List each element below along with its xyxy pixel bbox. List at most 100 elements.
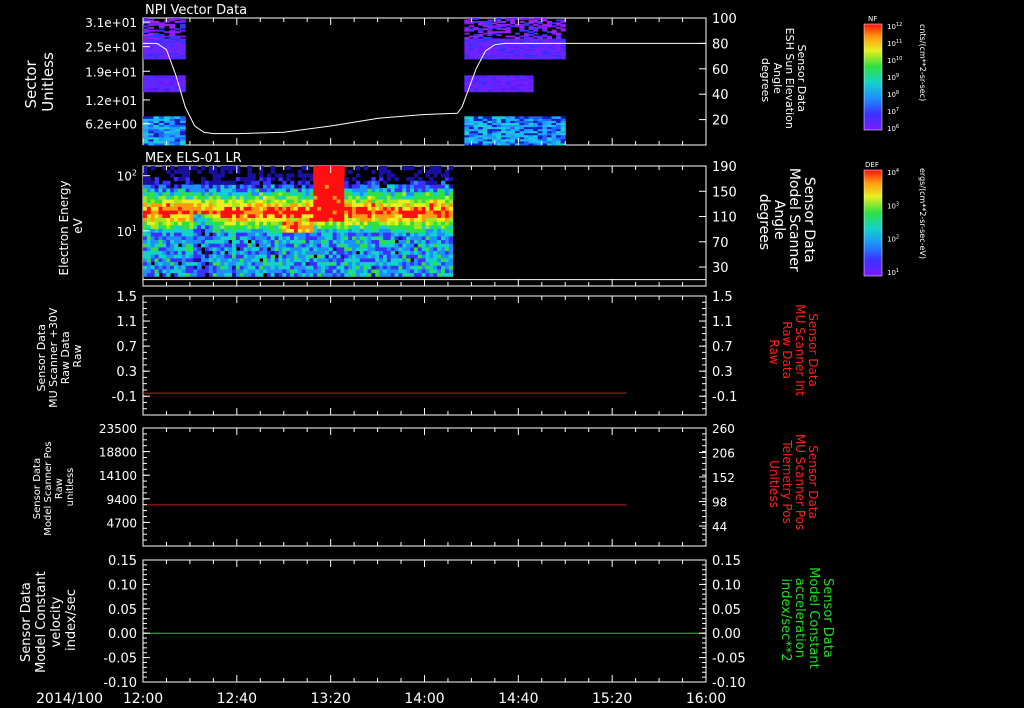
els-heatmap-cell [425, 202, 430, 207]
els-heatmap-cell [212, 169, 218, 174]
els-heatmap-cell [425, 191, 430, 196]
npi-heatmap-cell [528, 34, 534, 37]
els-heatmap-cell [417, 169, 423, 174]
els-heatmap-cell [444, 257, 450, 263]
els-heatmap-cell [216, 184, 221, 189]
els-heatmap-cell [177, 265, 183, 270]
els-heatmap-cell [297, 232, 303, 237]
els-heatmap-cell [348, 261, 353, 266]
npi-heatmap-cell [169, 23, 176, 26]
els-heatmap-cell [421, 206, 427, 211]
els-heatmap-cell [278, 250, 283, 255]
els-heatmap-cell [232, 199, 237, 204]
els-heatmap-cell [406, 195, 411, 200]
els-heatmap-cell [328, 213, 334, 218]
els-heatmap-cell [278, 188, 283, 193]
els-heatmap-cell [313, 173, 318, 178]
els-heatmap-cell [375, 221, 380, 226]
els-heatmap-cell [375, 191, 380, 196]
els-heatmap-cell [305, 213, 310, 218]
els-heatmap-cell [406, 221, 411, 226]
els-heatmap-cell [270, 177, 276, 182]
els-right-ticks: 1901501107030 [699, 160, 737, 276]
els-heatmap-cell [278, 246, 283, 252]
els-heatmap-cell [170, 199, 175, 204]
npi-heatmap-cell [148, 29, 155, 32]
els-heatmap-cell [359, 202, 365, 207]
els-heatmap-cell [297, 195, 303, 200]
els-heatmap-cell [150, 184, 156, 189]
els-heatmap-cell [259, 246, 264, 252]
els-heatmap-cell [143, 199, 148, 204]
els-heatmap-cell [228, 210, 233, 215]
els-heatmap-cell [228, 191, 233, 196]
els-heatmap-cell [146, 184, 152, 189]
els-heatmap-cell [228, 224, 233, 229]
els-heatmap-cell [158, 246, 163, 252]
els-heatmap-cell [352, 206, 357, 211]
els-heatmap-cell [228, 169, 233, 174]
els-heatmap-cell [143, 166, 148, 171]
els-heatmap-cell [425, 184, 430, 189]
npi-heatmap [143, 18, 566, 146]
els-heatmap-cell [379, 173, 384, 178]
els-heatmap-cell [359, 265, 365, 270]
els-heatmap-cell [324, 184, 330, 189]
npi-heatmap-cell [491, 25, 497, 28]
els-heatmap-cell [363, 224, 368, 229]
y-tick-label: 0.15 [712, 554, 741, 569]
els-heatmap-cell [367, 199, 372, 204]
els-heatmap-cell [146, 188, 152, 193]
els-heatmap-cell [232, 246, 237, 252]
els-heatmap-cell [448, 265, 454, 270]
els-heatmap-cell [181, 184, 187, 189]
els-heatmap-cell [232, 235, 237, 241]
els-heatmap-cell [371, 195, 376, 200]
els-heatmap-cell [429, 268, 434, 274]
els-heatmap-cell [239, 268, 245, 274]
els-heatmap-cell [201, 166, 206, 171]
els-heatmap-cell [324, 224, 330, 229]
els-heatmap-cell [189, 232, 194, 237]
els-heatmap-cell [398, 195, 403, 200]
npi-heatmap-cell [496, 31, 502, 34]
els-heatmap-cell [406, 232, 411, 237]
els-heatmap-cell [386, 246, 392, 252]
els-heatmap-cell [441, 254, 446, 259]
els-heatmap-cell [433, 272, 438, 277]
els-heatmap-cell [386, 217, 392, 222]
els-heatmap-cell [352, 202, 357, 207]
els-heatmap-cell [410, 188, 415, 193]
els-heatmap-cell [154, 228, 159, 233]
els-heatmap-cell [305, 235, 310, 241]
els-heatmap-cell [390, 239, 396, 244]
els-heatmap-cell [413, 184, 419, 189]
els-heatmap-cell [290, 184, 295, 189]
els-heatmap-cell [375, 254, 380, 259]
els-heatmap-cell [150, 239, 156, 244]
els-heatmap-cell [309, 243, 314, 248]
colorbar-def-units: ergs/(cm**2-sr-sec-eV) [918, 168, 927, 259]
els-heatmap-cell [367, 239, 372, 244]
els-heatmap-cell [146, 221, 152, 226]
els-heatmap-cell [243, 210, 249, 215]
npi-heatmap-cell [174, 35, 181, 38]
els-heatmap-cell [301, 166, 307, 171]
els-heatmap-cell [379, 217, 384, 222]
els-heatmap-cell [382, 265, 388, 270]
els-heatmap-cell [394, 272, 399, 277]
els-heatmap-cell [309, 188, 314, 193]
els-heatmap-cell [282, 206, 287, 211]
els-heatmap-cell [344, 257, 349, 263]
els-heatmap-cell [143, 261, 148, 266]
els-heatmap-cell [448, 188, 454, 193]
els-heatmap-cell [216, 188, 221, 193]
els-heatmap-cell [313, 177, 318, 182]
els-heatmap-cell [340, 195, 345, 200]
els-heatmap-cell [290, 224, 295, 229]
npi-heatmap-cell [556, 26, 562, 29]
els-heatmap-cell [224, 243, 229, 248]
els-heatmap-cell [448, 254, 454, 259]
els-heatmap-cell [197, 184, 202, 189]
els-heatmap-cell [305, 261, 310, 266]
